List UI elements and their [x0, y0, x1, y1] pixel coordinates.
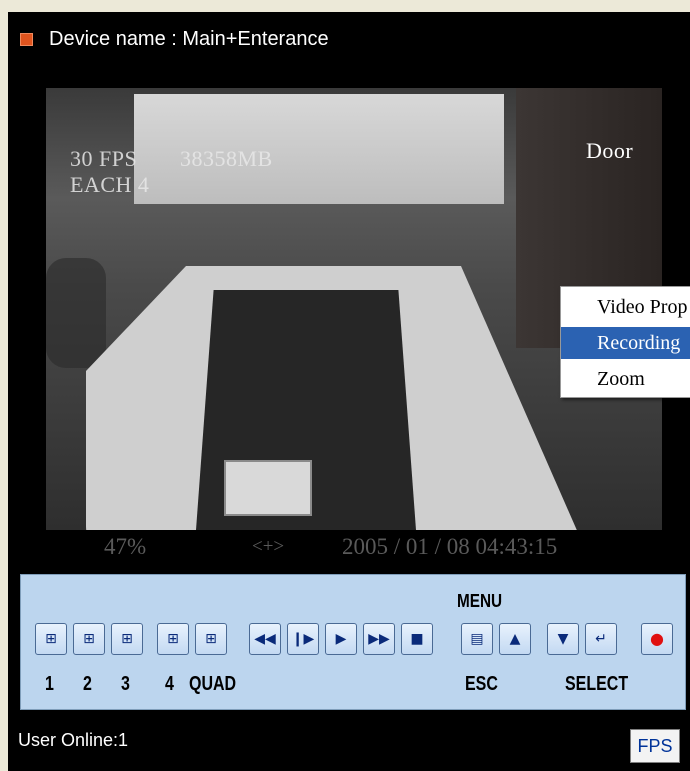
menu-label: MENU	[457, 591, 503, 611]
step-icon: ❙▶	[291, 631, 315, 647]
up-arrow-icon: ▲	[509, 631, 521, 647]
rewind-button[interactable]: ◀◀	[249, 623, 281, 655]
select-button[interactable]: ↵	[585, 623, 617, 655]
camera-label: Door	[586, 138, 634, 163]
split-3-icon: ⊞	[121, 631, 133, 647]
split-4-icon: ⊞	[167, 631, 179, 647]
video-status-bar: 47% <+> 2005 / 01 / 08 04:43:15	[46, 534, 662, 564]
rewind-icon: ◀◀	[254, 631, 276, 647]
overlay-fps: 30 FPS	[70, 146, 138, 171]
progress-percent: 47%	[104, 534, 147, 559]
label-4: 4	[165, 673, 174, 695]
step-button[interactable]: ❙▶	[287, 623, 319, 655]
esc-icon: ▤	[470, 631, 484, 647]
device-name: Device name : Main+Enterance	[49, 28, 329, 50]
down-arrow-icon: ▼	[557, 631, 569, 647]
down-button[interactable]: ▼	[547, 623, 579, 655]
split-2-button[interactable]: ⊞	[73, 623, 105, 655]
device-header: Device name : Main+Enterance	[20, 28, 329, 51]
user-online-count: User Online:1	[18, 730, 129, 750]
status-indicator-icon	[20, 33, 33, 46]
split-3-button[interactable]: ⊞	[111, 623, 143, 655]
timestamp: 2005 / 01 / 08 04:43:15	[342, 534, 558, 559]
fast-forward-icon: ▶▶	[368, 631, 390, 647]
scene-chairs	[46, 258, 106, 368]
overlay-storage: 38358MB	[180, 146, 273, 171]
split-1-icon: ⊞	[45, 631, 57, 647]
direction-indicator: <+>	[252, 536, 285, 557]
up-button[interactable]: ▲	[499, 623, 531, 655]
label-2: 2	[83, 673, 92, 695]
split-4-button[interactable]: ⊞	[157, 623, 189, 655]
stop-icon: ■	[410, 631, 424, 647]
overlay-mode: EACH 4	[70, 172, 150, 197]
fps-button[interactable]: FPS	[630, 729, 680, 763]
record-icon: ●	[650, 629, 664, 648]
label-3: 3	[121, 673, 130, 695]
play-button[interactable]: ▶	[325, 623, 357, 655]
label-esc: ESC	[465, 673, 498, 695]
stop-button[interactable]: ■	[401, 623, 433, 655]
scene-projector	[224, 460, 312, 516]
split-2-icon: ⊞	[83, 631, 95, 647]
control-panel: MENU ⊞ ⊞ ⊞ ⊞ ⊞ ◀◀ ❙▶ ▶ ▶▶ ■ ▤ ▲ ▼ ↵ ● 1 …	[20, 574, 686, 710]
label-select: SELECT	[565, 673, 629, 695]
menu-item-recording[interactable]: Recording	[561, 327, 690, 359]
fast-forward-button[interactable]: ▶▶	[363, 623, 395, 655]
label-quad: QUAD	[189, 673, 237, 695]
record-button[interactable]: ●	[641, 623, 673, 655]
menu-item-zoom[interactable]: Zoom	[561, 363, 690, 395]
play-icon: ▶	[335, 631, 347, 647]
quad-icon: ⊞	[205, 631, 217, 647]
label-1: 1	[45, 673, 54, 695]
split-1-button[interactable]: ⊞	[35, 623, 67, 655]
esc-button[interactable]: ▤	[461, 623, 493, 655]
enter-icon: ↵	[595, 631, 607, 647]
app-window: Device name : Main+Enterance 30 FPS 3835…	[0, 0, 690, 771]
context-menu: Video Prop Recording Zoom	[560, 286, 690, 398]
menu-item-video-properties[interactable]: Video Prop	[561, 291, 690, 323]
quad-button[interactable]: ⊞	[195, 623, 227, 655]
